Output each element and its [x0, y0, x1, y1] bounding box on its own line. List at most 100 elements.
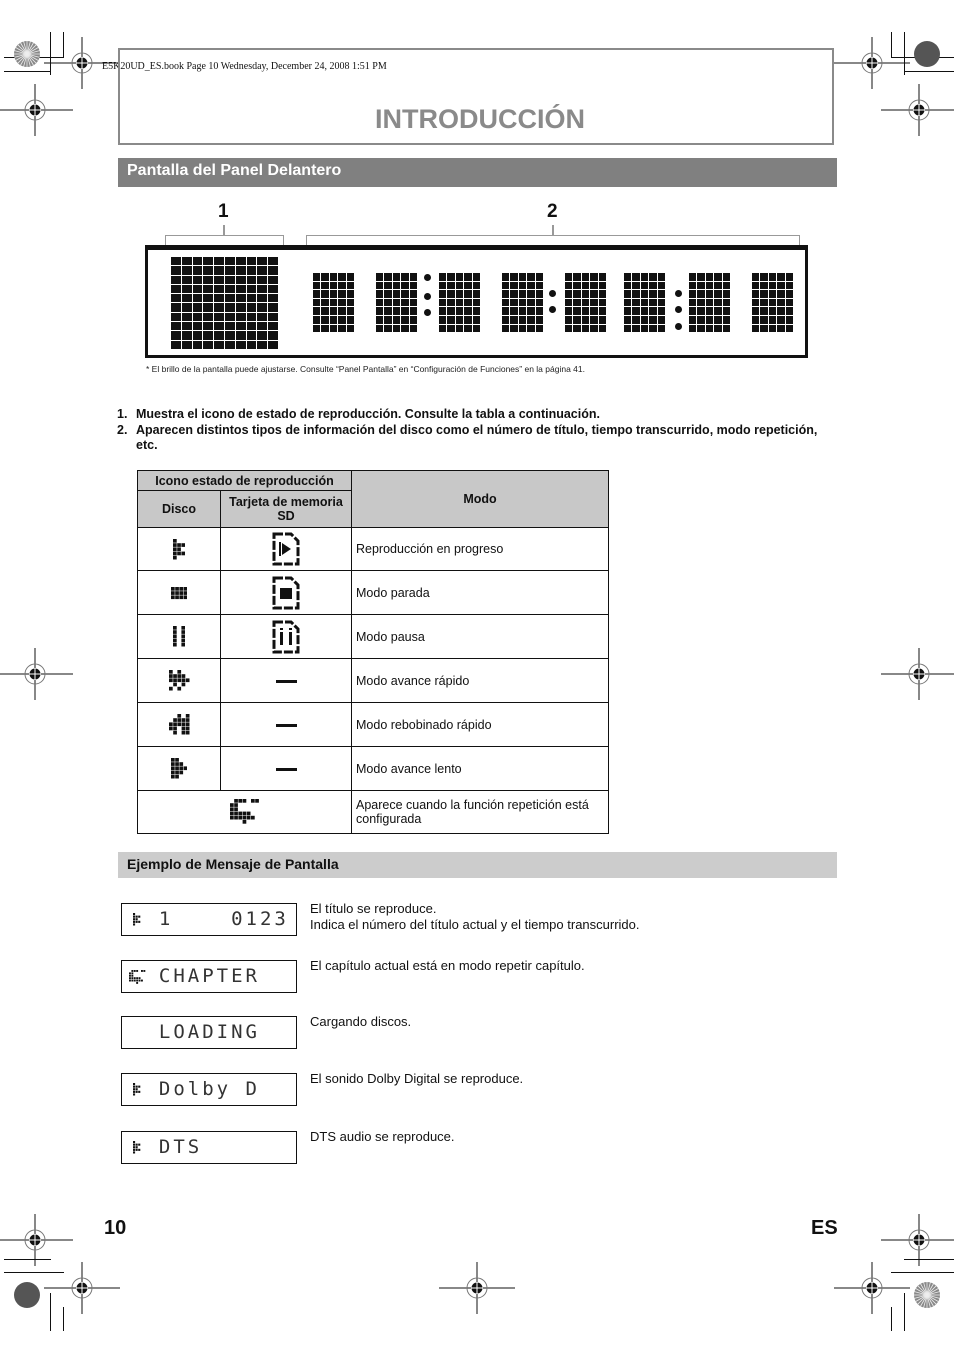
display-example-description: El sonido Dolby Digital se reproduce.	[310, 1071, 523, 1087]
pixel	[768, 290, 777, 298]
pixel	[401, 324, 409, 333]
pixel	[752, 307, 760, 315]
pixel	[581, 298, 590, 307]
pixel	[472, 281, 480, 290]
pixel	[689, 315, 697, 324]
page-title: INTRODUCCIÓN	[375, 104, 585, 134]
pixel	[313, 290, 321, 298]
pixel	[257, 294, 268, 303]
pixel	[598, 290, 606, 298]
pixel	[171, 331, 181, 340]
pixel	[329, 290, 338, 298]
pixel	[235, 312, 246, 322]
pixel	[697, 307, 705, 315]
pixel	[192, 275, 203, 284]
pixel	[313, 307, 321, 315]
pixel	[246, 303, 257, 312]
pixel	[235, 294, 246, 303]
pixel	[565, 290, 573, 298]
pixel	[649, 307, 657, 315]
pixel	[535, 290, 543, 298]
pixel	[192, 266, 203, 275]
pixel	[447, 281, 455, 290]
pixel	[392, 290, 401, 298]
color-target-icon	[14, 1282, 40, 1308]
pixel	[439, 298, 447, 307]
table-row: Reproducción en progreso	[137, 527, 609, 571]
pixel	[329, 324, 338, 333]
pixel	[510, 324, 518, 333]
pixel	[392, 315, 401, 324]
pixel	[518, 273, 527, 281]
pixel	[777, 281, 785, 290]
pixel	[439, 290, 447, 298]
description-line: Indica el número del título actual y el …	[310, 917, 640, 932]
pixel	[203, 275, 214, 284]
pixel	[321, 290, 329, 298]
color-target-icon	[14, 41, 40, 67]
pixel	[214, 266, 224, 275]
pixel	[714, 315, 722, 324]
pixel	[640, 281, 649, 290]
pixel	[203, 331, 214, 340]
pixel	[447, 307, 455, 315]
pixel	[246, 340, 257, 349]
pixel	[464, 273, 472, 281]
pixel	[697, 298, 705, 307]
pixel	[181, 275, 192, 284]
pixel	[464, 307, 472, 315]
pixel	[346, 298, 354, 307]
pixel	[632, 315, 640, 324]
pixel	[214, 322, 224, 331]
pixel	[705, 307, 714, 315]
pixel	[246, 266, 257, 275]
subsection-title: Ejemplo de Mensaje de Pantalla	[127, 856, 339, 872]
pixel	[535, 324, 543, 333]
pixel	[171, 303, 181, 312]
pixel	[640, 315, 649, 324]
pixel	[257, 266, 268, 275]
pixel	[257, 322, 268, 331]
pixel	[235, 257, 246, 266]
colon-dot	[424, 309, 431, 316]
callout-2: 2	[547, 201, 558, 222]
playback-status-table: Icono estado de reproducción Modo Disco …	[137, 470, 609, 834]
pixel	[401, 281, 409, 290]
play-icon	[133, 1083, 141, 1096]
pixel	[214, 284, 224, 294]
pixel	[439, 281, 447, 290]
display-example-description: El capítulo actual está en modo repetir …	[310, 958, 585, 974]
pixel	[321, 307, 329, 315]
pixel	[447, 315, 455, 324]
pixel	[502, 281, 510, 290]
pixel	[518, 315, 527, 324]
pixel	[777, 273, 785, 281]
pixel	[581, 324, 590, 333]
pixel	[257, 340, 268, 349]
pixel	[235, 303, 246, 312]
pixel	[649, 273, 657, 281]
section-header: Pantalla del Panel Delantero	[118, 158, 837, 187]
list-text: Muestra el icono de estado de reproducci…	[136, 407, 600, 421]
pixel	[785, 324, 793, 333]
page-number: 10	[104, 1217, 127, 1239]
pixel	[455, 273, 464, 281]
sd-icon-cell	[220, 702, 352, 747]
pixel	[785, 281, 793, 290]
description-line: Cargando discos.	[310, 1014, 412, 1029]
pixel	[181, 303, 192, 312]
pixel	[777, 307, 785, 315]
pixel	[760, 307, 768, 315]
pixel	[722, 273, 730, 281]
pixel	[464, 324, 472, 333]
pixel	[455, 298, 464, 307]
pixel	[535, 281, 543, 290]
pixel	[705, 290, 714, 298]
pixel	[527, 290, 535, 298]
pixel	[581, 290, 590, 298]
pixel	[257, 331, 268, 340]
pixel	[714, 307, 722, 315]
pixel	[581, 315, 590, 324]
pixel	[535, 273, 543, 281]
pixel	[214, 257, 224, 266]
